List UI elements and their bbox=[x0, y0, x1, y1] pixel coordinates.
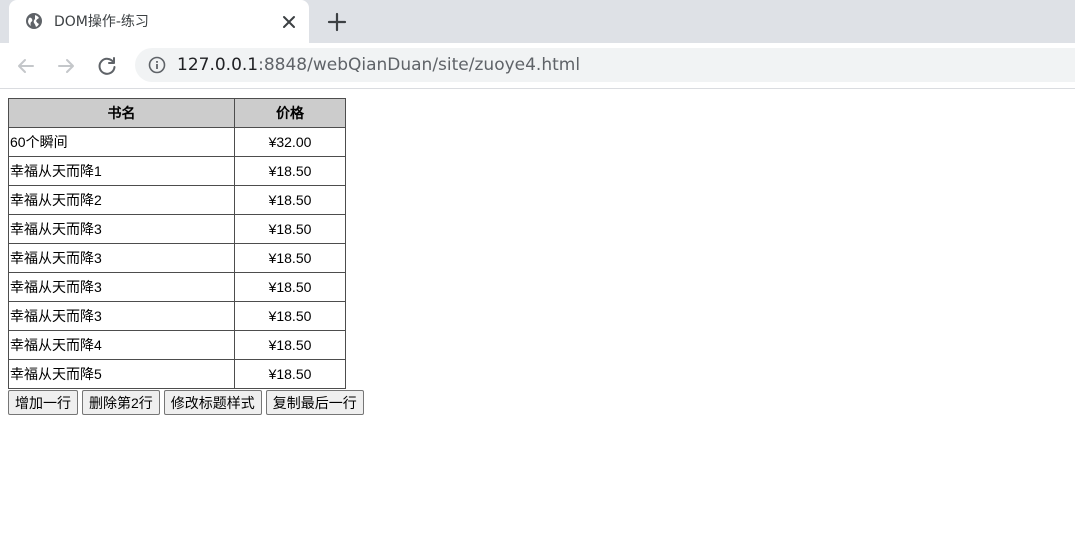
address-bar[interactable]: 127.0.0.1:8848/webQianDuan/site/zuoye4.h… bbox=[135, 48, 1075, 82]
browser-tab[interactable]: DOM操作-练习 bbox=[9, 0, 309, 43]
add-row-button[interactable]: 增加一行 bbox=[8, 390, 78, 415]
price-cell: ¥18.50 bbox=[234, 330, 346, 360]
table-row: 60个瞬间 ¥32.00 bbox=[8, 127, 346, 157]
table-row: 幸福从天而降5 ¥18.50 bbox=[8, 359, 346, 389]
book-name-cell: 幸福从天而降1 bbox=[8, 156, 235, 186]
price-cell: ¥18.50 bbox=[234, 301, 346, 331]
close-icon[interactable] bbox=[279, 12, 299, 32]
price-cell: ¥32.00 bbox=[234, 127, 346, 157]
table-row: 幸福从天而降4 ¥18.50 bbox=[8, 330, 346, 360]
delete-row-2-button[interactable]: 删除第2行 bbox=[82, 390, 160, 415]
book-name-cell: 幸福从天而降2 bbox=[8, 185, 235, 215]
info-icon[interactable] bbox=[148, 56, 166, 74]
price-cell: ¥18.50 bbox=[234, 185, 346, 215]
price-cell: ¥18.50 bbox=[234, 214, 346, 244]
book-name-cell: 幸福从天而降3 bbox=[8, 301, 235, 331]
url-text[interactable]: 127.0.0.1:8848/webQianDuan/site/zuoye4.h… bbox=[177, 54, 580, 76]
tab-title: DOM操作-练习 bbox=[54, 14, 149, 30]
forward-arrow-icon[interactable] bbox=[54, 54, 78, 78]
browser-toolbar: 127.0.0.1:8848/webQianDuan/site/zuoye4.h… bbox=[0, 43, 1075, 89]
copy-last-row-button[interactable]: 复制最后一行 bbox=[265, 390, 364, 415]
book-name-cell: 幸福从天而降5 bbox=[8, 359, 235, 389]
reload-icon[interactable] bbox=[95, 54, 119, 78]
header-price: 价格 bbox=[234, 98, 346, 128]
page-content: 书名 价格 60个瞬间 ¥32.00 幸福从天而降1 ¥18.50 幸福从天而降… bbox=[8, 98, 364, 415]
modify-header-style-button[interactable]: 修改标题样式 bbox=[163, 390, 262, 415]
price-cell: ¥18.50 bbox=[234, 243, 346, 273]
action-buttons: 增加一行 删除第2行 修改标题样式 复制最后一行 bbox=[8, 390, 364, 415]
book-name-cell: 幸福从天而降3 bbox=[8, 214, 235, 244]
url-path: :8848/webQianDuan/site/zuoye4.html bbox=[258, 55, 581, 75]
table-row: 幸福从天而降2 ¥18.50 bbox=[8, 185, 346, 215]
tab-strip: DOM操作-练习 bbox=[0, 0, 1075, 43]
book-name-cell: 幸福从天而降3 bbox=[8, 272, 235, 302]
book-name-cell: 幸福从天而降3 bbox=[8, 243, 235, 273]
globe-icon bbox=[26, 13, 42, 29]
back-arrow-icon[interactable] bbox=[14, 54, 38, 78]
book-name-cell: 60个瞬间 bbox=[8, 127, 235, 157]
header-book-name: 书名 bbox=[8, 98, 235, 128]
price-cell: ¥18.50 bbox=[234, 359, 346, 389]
header-row: 书名 价格 bbox=[8, 98, 346, 128]
book-table: 书名 价格 60个瞬间 ¥32.00 幸福从天而降1 ¥18.50 幸福从天而降… bbox=[8, 98, 346, 389]
url-host: 127.0.0.1 bbox=[177, 55, 259, 75]
price-cell: ¥18.50 bbox=[234, 156, 346, 186]
table-row: 幸福从天而降3 ¥18.50 bbox=[8, 301, 346, 331]
table-row: 幸福从天而降3 ¥18.50 bbox=[8, 272, 346, 302]
new-tab-icon[interactable] bbox=[326, 11, 348, 33]
table-row: 幸福从天而降1 ¥18.50 bbox=[8, 156, 346, 186]
table-row: 幸福从天而降3 ¥18.50 bbox=[8, 243, 346, 273]
table-row: 幸福从天而降3 ¥18.50 bbox=[8, 214, 346, 244]
book-name-cell: 幸福从天而降4 bbox=[8, 330, 235, 360]
price-cell: ¥18.50 bbox=[234, 272, 346, 302]
